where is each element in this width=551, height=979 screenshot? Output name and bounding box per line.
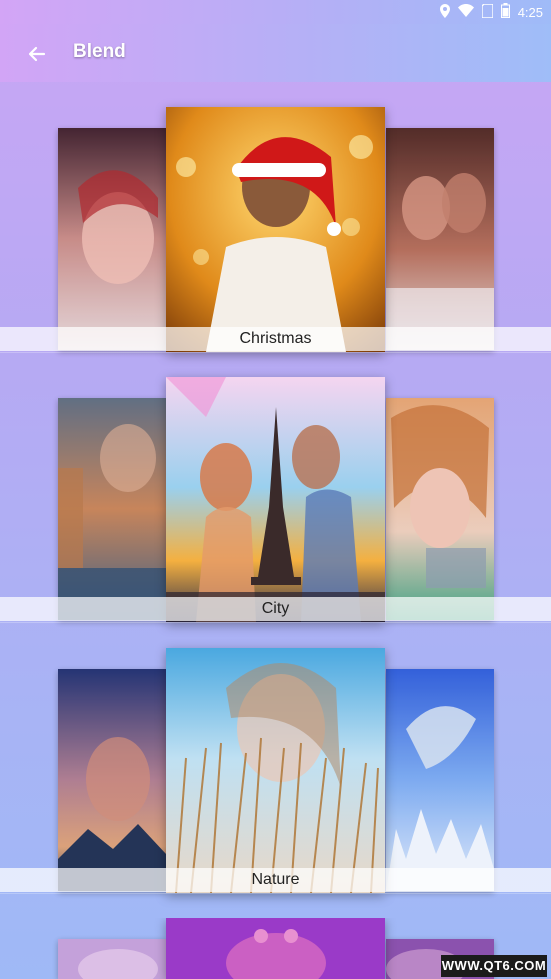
category-nature[interactable]: Nature	[0, 648, 551, 918]
status-bar: 4:25	[0, 0, 551, 24]
divider	[0, 622, 551, 623]
thumbnail-right[interactable]	[386, 128, 494, 350]
category-label: City	[261, 600, 290, 617]
thumbnail-center[interactable]	[166, 377, 385, 622]
status-time: 4:25	[517, 4, 543, 20]
thumbnail-left[interactable]	[58, 128, 166, 350]
thumbnail-right[interactable]	[386, 669, 494, 891]
divider	[0, 352, 551, 353]
thumbnail-center[interactable]	[166, 648, 385, 893]
back-arrow-icon[interactable]	[24, 41, 50, 67]
thumbnail-center[interactable]	[166, 918, 385, 979]
thumbnail-left[interactable]	[58, 398, 166, 620]
thumbnail-left[interactable]	[58, 669, 166, 891]
app-bar: Blend	[0, 24, 551, 82]
thumbnail-center[interactable]	[166, 107, 385, 352]
thumbnail-left[interactable]	[58, 939, 166, 979]
category-label: Nature	[251, 871, 300, 888]
divider	[0, 893, 551, 894]
wifi-icon	[457, 4, 474, 20]
page-title: Blend	[73, 41, 126, 62]
location-icon	[439, 3, 450, 21]
thumbnail-right[interactable]	[386, 398, 494, 620]
category-christmas[interactable]: Christmas	[0, 107, 551, 377]
category-city[interactable]: City	[0, 377, 551, 647]
battery-icon	[500, 3, 510, 21]
category-label: Christmas	[239, 330, 312, 347]
site-watermark: WWW.QT6.COM	[441, 955, 547, 977]
sim-icon	[480, 2, 494, 21]
